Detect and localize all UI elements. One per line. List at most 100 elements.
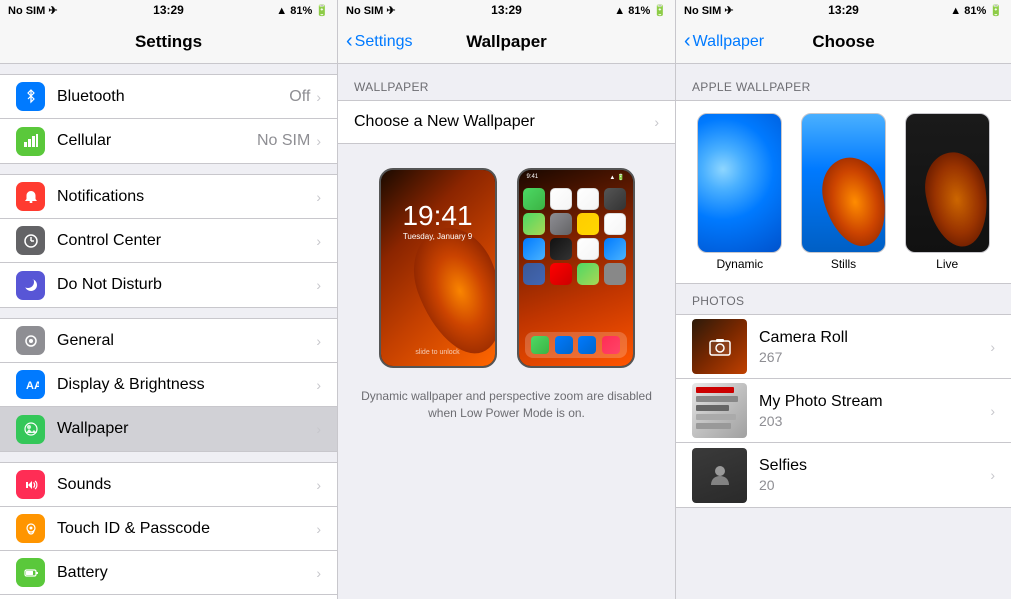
wallpaper-chevron: › (316, 421, 321, 437)
settings-back-button[interactable]: ‹ Settings (346, 32, 412, 51)
live-wallpaper-thumb[interactable]: Live (899, 113, 995, 271)
selfies-name: Selfies (759, 457, 990, 475)
back-label-right: Wallpaper (693, 33, 764, 51)
dnd-chevron: › (316, 277, 321, 293)
dnd-label: Do Not Disturb (57, 276, 316, 294)
lock-screen-preview[interactable]: 19:41 Tuesday, January 9 slide to unlock (379, 168, 497, 368)
dnd-icon (16, 271, 45, 300)
display-chevron: › (316, 377, 321, 393)
app-messages (523, 188, 545, 210)
app-youtube (550, 263, 572, 285)
app-camera (604, 188, 626, 210)
touch-id-icon (16, 514, 45, 543)
status-bar-left: No SIM ✈ 13:29 ▲ 81% 🔋 (0, 0, 337, 20)
wallpaper-panel: No SIM ✈ 13:29 ▲ 81% 🔋 ‹ Settings Wallpa… (338, 0, 676, 599)
wallpaper-label: Wallpaper (57, 420, 316, 438)
dynamic-wallpaper-thumb[interactable]: Dynamic (692, 113, 788, 271)
sidebar-item-general[interactable]: General › (0, 319, 337, 363)
back-label: Settings (355, 33, 413, 51)
notifications-label: Notifications (57, 188, 316, 206)
sidebar-item-bluetooth[interactable]: Bluetooth Off › (0, 75, 337, 119)
display-label: Display & Brightness (57, 376, 316, 394)
control-center-icon (16, 226, 45, 255)
dock-safari (578, 336, 596, 354)
sidebar-item-display[interactable]: AA Display & Brightness › (0, 363, 337, 407)
status-left-mid: No SIM ✈ (346, 4, 396, 17)
settings-panel: No SIM ✈ 13:29 ▲ 81% 🔋 Settings Bluetoot… (0, 0, 338, 599)
selfies-row[interactable]: Selfies 20 › (676, 443, 1011, 507)
bluetooth-label: Bluetooth (57, 88, 289, 106)
back-chevron-icon-right: ‹ (684, 31, 691, 51)
sidebar-item-control-center[interactable]: Control Center › (0, 219, 337, 263)
lock-slide: slide to unlock (415, 349, 459, 356)
phone-status-bar: 9:41▲ 🔋 (519, 174, 633, 181)
dock-music (602, 336, 620, 354)
photo-stream-row[interactable]: My Photo Stream 203 › (676, 379, 1011, 443)
selfies-count: 20 (759, 477, 990, 493)
time-mid: 13:29 (491, 3, 522, 17)
back-chevron-icon: ‹ (346, 31, 353, 51)
sounds-chevron: › (316, 477, 321, 493)
camera-roll-count: 267 (759, 349, 990, 365)
sidebar-item-dnd[interactable]: Do Not Disturb › (0, 263, 337, 307)
wallpaper-note: Dynamic wallpaper and perspective zoom a… (338, 380, 675, 430)
sounds-icon (16, 470, 45, 499)
selfies-thumb (692, 448, 747, 503)
selfies-chevron: › (990, 467, 995, 483)
camera-roll-chevron: › (990, 339, 995, 355)
app-reminders (604, 213, 626, 235)
bluetooth-chevron: › (316, 89, 321, 105)
stills-label: Stills (831, 257, 856, 271)
touch-id-chevron: › (316, 521, 321, 537)
lock-time: 19:41 (402, 200, 472, 232)
sidebar-item-notifications[interactable]: Notifications › (0, 175, 337, 219)
control-center-chevron: › (316, 233, 321, 249)
sounds-label: Sounds (57, 476, 316, 494)
photos-list: Camera Roll 267 › (676, 314, 1011, 508)
time-left: 13:29 (153, 3, 184, 17)
photo-stream-count: 203 (759, 413, 990, 429)
app-maps (523, 213, 545, 235)
general-label: General (57, 332, 316, 350)
sidebar-item-sounds[interactable]: Sounds › (0, 463, 337, 507)
cellular-value: No SIM (257, 132, 310, 150)
sidebar-item-cellular[interactable]: Cellular No SIM › (0, 119, 337, 163)
live-label: Live (936, 257, 958, 271)
settings-section-4: Sounds › Touch ID & Passcode › Battery › (0, 462, 337, 599)
dynamic-label: Dynamic (716, 257, 763, 271)
cellular-chevron: › (316, 133, 321, 149)
app-settings (550, 213, 572, 235)
choose-new-wallpaper-row[interactable]: Choose a New Wallpaper › (338, 100, 675, 144)
no-sim-right: No SIM ✈ (684, 4, 734, 17)
camera-roll-row[interactable]: Camera Roll 267 › (676, 315, 1011, 379)
status-bar-middle: No SIM ✈ 13:29 ▲ 81% 🔋 (338, 0, 675, 20)
choose-chevron-icon: › (654, 114, 659, 130)
live-thumb-img (905, 113, 990, 253)
general-chevron: › (316, 333, 321, 349)
battery-icon (16, 558, 45, 587)
wallpaper-nav-title: Wallpaper (466, 32, 547, 52)
sidebar-item-touch-id[interactable]: Touch ID & Passcode › (0, 507, 337, 551)
dock (525, 332, 627, 358)
selfies-info: Selfies 20 (759, 457, 990, 493)
photo-stream-thumb (692, 383, 747, 438)
app-health (577, 238, 599, 260)
wallpaper-section-label: WALLPAPER (338, 64, 675, 100)
battery-right: ▲ 81% 🔋 (950, 4, 1003, 17)
no-sim-left: No SIM ✈ (8, 4, 58, 17)
sidebar-item-battery[interactable]: Battery › (0, 551, 337, 595)
status-left-right: No SIM ✈ (684, 4, 734, 17)
battery-label: Battery (57, 564, 316, 582)
display-icon: AA (16, 370, 45, 399)
cellular-icon (16, 127, 45, 156)
sidebar-item-privacy[interactable]: Privacy › (0, 595, 337, 599)
photos-section-label: PHOTOS (676, 284, 1011, 314)
photo-stream-name: My Photo Stream (759, 393, 990, 411)
cellular-label: Cellular (57, 132, 257, 150)
bluetooth-icon (16, 82, 45, 111)
app-facebook (523, 263, 545, 285)
home-screen-preview[interactable]: 9:41▲ 🔋 (517, 168, 635, 368)
wallpaper-back-button[interactable]: ‹ Wallpaper (684, 32, 764, 51)
stills-wallpaper-thumb[interactable]: Stills (796, 113, 892, 271)
sidebar-item-wallpaper[interactable]: Wallpaper › (0, 407, 337, 451)
